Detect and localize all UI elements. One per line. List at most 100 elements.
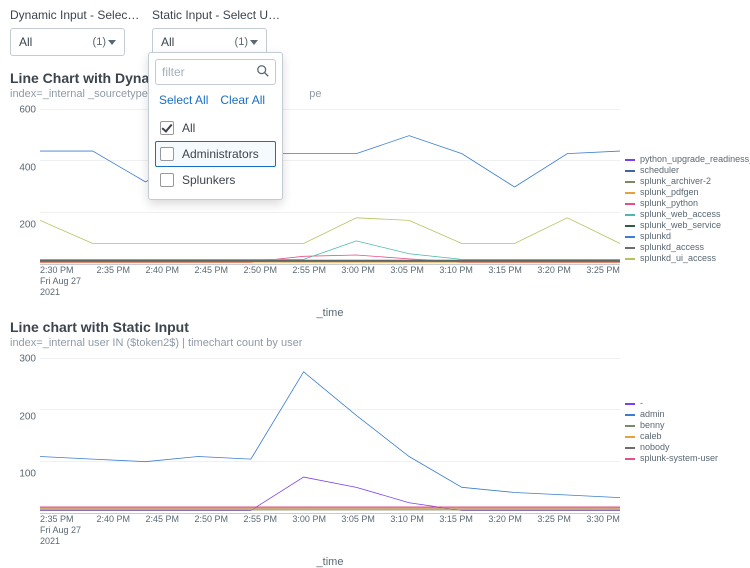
legend-item[interactable]: splunkd_ui_access	[625, 254, 740, 263]
dropdown-item-label: Administrators	[182, 147, 259, 161]
legend-swatch	[625, 236, 635, 238]
x-tick: 3:25 PM	[586, 265, 620, 305]
legend-swatch	[625, 225, 635, 227]
x-tick: 3:25 PM	[537, 514, 571, 554]
chart2-wrap: 100200300 2:35 PMFri Aug 2720212:40 PM2:…	[10, 359, 740, 554]
x-tick: 3:05 PM	[390, 265, 424, 305]
legend-item[interactable]: splunk_web_access	[625, 210, 740, 219]
x-tick: 2:50 PM	[194, 514, 228, 554]
chart2-legend: - admin benny caleb nobody splunk-system-user	[625, 399, 740, 463]
chart1-plot[interactable]	[40, 110, 620, 265]
legend-swatch	[625, 436, 635, 438]
dropdown-actions: Select All Clear All	[155, 91, 276, 115]
legend-swatch	[625, 159, 635, 161]
panel1-subtitle: index=_internal _sourcetype IN ($t pe	[10, 88, 740, 100]
panel-dynamic-chart: Line Chart with Dynamic Inpu index=_inte…	[10, 70, 740, 305]
chart2-plot[interactable]	[40, 359, 620, 514]
checkbox-icon	[160, 147, 174, 161]
legend-item[interactable]: splunk-system-user	[625, 454, 740, 463]
y-tick: 300	[19, 354, 36, 365]
static-input-dropdown: Select All Clear All All Administrators Sp…	[148, 52, 283, 200]
legend-label: splunkd	[640, 232, 671, 241]
legend-label: splunkd_access	[640, 243, 704, 252]
legend-label: admin	[640, 410, 665, 419]
x-tick: 3:00 PM	[341, 265, 375, 305]
chart1-legend: python_upgrade_readiness_app scheduler spl…	[625, 155, 740, 263]
legend-label: splunk_python	[640, 199, 698, 208]
clear-all-link[interactable]: Clear All	[220, 93, 265, 107]
legend-swatch	[625, 447, 635, 449]
x-tick: 2:35 PM	[96, 265, 130, 305]
legend-item[interactable]: splunk_python	[625, 199, 740, 208]
dropdown-item-label: Splunkers	[182, 173, 235, 187]
x-tick: 3:00 PM	[292, 514, 326, 554]
x-tick: 2:40 PM	[145, 265, 179, 305]
legend-item[interactable]: splunk_web_service	[625, 221, 740, 230]
legend-label: python_upgrade_readiness_app	[640, 155, 750, 164]
dropdown-item[interactable]: Splunkers	[155, 167, 276, 193]
y-tick: 200	[19, 411, 36, 422]
legend-item[interactable]: nobody	[625, 443, 740, 452]
legend-swatch	[625, 403, 635, 405]
dynamic-input-count: (1)	[93, 36, 116, 48]
dynamic-input-select[interactable]: All (1)	[10, 28, 125, 56]
chart1-xlabel: _time	[40, 307, 620, 319]
legend-label: splunk_web_service	[640, 221, 721, 230]
legend-item[interactable]: admin	[625, 410, 740, 419]
panel2-title: Line chart with Static Input	[10, 319, 740, 335]
y-tick: 600	[19, 105, 36, 116]
legend-swatch	[625, 458, 635, 460]
panel-static-chart: Line chart with Static Input index=_inte…	[10, 319, 740, 554]
x-tick: 2:35 PMFri Aug 272021	[40, 514, 81, 554]
legend-item[interactable]: splunk_archiver-2	[625, 177, 740, 186]
x-tick: 3:10 PM	[439, 265, 473, 305]
chart1-wrap: 200400600 2:30 PMFri Aug 2720212:35 PM2:…	[10, 110, 740, 305]
legend-item[interactable]: caleb	[625, 432, 740, 441]
panel2-subtitle: index=_internal user IN ($token2$) | tim…	[10, 337, 740, 349]
y-tick: 200	[19, 220, 36, 231]
static-input-label: Static Input - Select User	[152, 8, 282, 22]
y-tick: 400	[19, 162, 36, 173]
select-all-link[interactable]: Select All	[159, 93, 208, 107]
x-tick: 2:45 PM	[194, 265, 228, 305]
legend-swatch	[625, 425, 635, 427]
x-tick: 2:55 PM	[292, 265, 326, 305]
x-tick: 2:55 PM	[243, 514, 277, 554]
dropdown-item[interactable]: All	[155, 115, 276, 141]
legend-swatch	[625, 247, 635, 249]
legend-item[interactable]: python_upgrade_readiness_app	[625, 155, 740, 164]
dropdown-item[interactable]: Administrators	[155, 141, 276, 167]
x-tick: 3:05 PM	[341, 514, 375, 554]
legend-label: benny	[640, 421, 665, 430]
legend-label: splunk_archiver-2	[640, 177, 711, 186]
x-tick: 3:10 PM	[390, 514, 424, 554]
legend-swatch	[625, 214, 635, 216]
x-tick: 3:30 PM	[586, 514, 620, 554]
legend-label: scheduler	[640, 166, 679, 175]
legend-item[interactable]: benny	[625, 421, 740, 430]
legend-item[interactable]: splunk_pdfgen	[625, 188, 740, 197]
legend-label: caleb	[640, 432, 662, 441]
y-tick: 100	[19, 469, 36, 480]
legend-swatch	[625, 181, 635, 183]
legend-label: splunk-system-user	[640, 454, 718, 463]
search-icon	[256, 64, 270, 78]
top-inputs-bar: Dynamic Input - Select Sourc... All (1) …	[0, 0, 750, 64]
legend-item[interactable]: scheduler	[625, 166, 740, 175]
dropdown-item-label: All	[182, 121, 195, 135]
legend-label: splunk_pdfgen	[640, 188, 699, 197]
legend-swatch	[625, 192, 635, 194]
legend-item[interactable]: -	[625, 399, 740, 408]
x-tick: 2:45 PM	[145, 514, 179, 554]
x-tick: 3:15 PM	[488, 265, 522, 305]
chart2-xlabel: _time	[40, 556, 620, 568]
checkbox-icon	[160, 173, 174, 187]
checkbox-icon	[160, 121, 174, 135]
legend-item[interactable]: splunkd	[625, 232, 740, 241]
static-input-count: (1)	[235, 36, 258, 48]
legend-swatch	[625, 258, 635, 260]
x-tick: 3:15 PM	[439, 514, 473, 554]
panel1-title: Line Chart with Dynamic Inpu	[10, 70, 740, 86]
x-tick: 3:20 PM	[537, 265, 571, 305]
legend-item[interactable]: splunkd_access	[625, 243, 740, 252]
